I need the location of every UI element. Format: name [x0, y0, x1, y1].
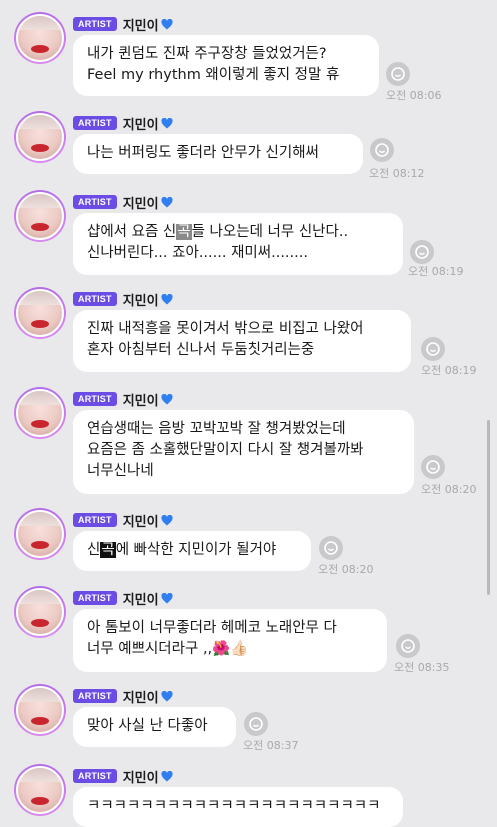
artist-avatar[interactable]: [14, 387, 66, 439]
message-line: 너무 예쁘시더라구 ,,🌺👍🏻: [87, 641, 249, 657]
artist-badge: ARTIST: [73, 195, 117, 209]
blue-heart-icon: [161, 18, 173, 29]
artist-avatar[interactable]: [14, 508, 66, 560]
timestamp: 오전 08:35: [394, 661, 450, 674]
artist-badge: ARTIST: [73, 591, 117, 605]
message-line: 나는 버퍼링도 좋더라 안무가 신기해써: [87, 145, 319, 161]
author-row: ARTIST 지민이: [73, 193, 173, 212]
highlighted-char: 곡: [176, 224, 192, 240]
message-bubble[interactable]: 아 톰보이 너무좋더라 헤메코 노래안무 다 너무 예쁘시더라구 ,,🌺👍🏻: [73, 609, 387, 672]
message-bubble[interactable]: 연습생때는 음방 꼬박꼬박 잘 챙겨봤었는데 요즘은 좀 소홀했단말이지 다시 …: [73, 410, 414, 494]
reaction-add-icon[interactable]: [319, 536, 343, 560]
timestamp: 오전 08:19: [408, 265, 464, 278]
timestamp: 오전 08:20: [318, 563, 374, 576]
author-name: 지민이: [122, 293, 159, 309]
reaction-add-icon[interactable]: [244, 712, 268, 736]
message-line: 진짜 내적흥을 못이겨서 밖으로 비집고 나왔어: [87, 321, 364, 337]
message-line: 맞아 사실 난 다좋아: [87, 718, 208, 734]
artist-avatar[interactable]: [14, 287, 66, 339]
reaction-add-icon[interactable]: [421, 455, 445, 479]
message-bubble[interactable]: 샵에서 요즘 신곡들 나오는데 너무 신난다.. 신나버린다... 죠아....…: [73, 213, 403, 275]
blue-heart-icon: [161, 196, 173, 207]
message-bubble[interactable]: 신곡에 빠삭한 지민이가 될거야: [73, 531, 311, 571]
artist-avatar[interactable]: [14, 12, 66, 64]
author-row: ARTIST 지민이: [73, 290, 173, 309]
artist-badge: ARTIST: [73, 513, 117, 527]
artist-badge: ARTIST: [73, 116, 117, 130]
message-line: ㅋㅋㅋㅋㅋㅋㅋㅋㅋㅋㅋㅋㅋㅋㅋㅋㅋㅋㅋㅋㅋㅋ: [87, 798, 381, 814]
message-line: 아 톰보이 너무좋더라 헤메코 노래안무 다: [87, 620, 337, 636]
blue-heart-icon: [161, 592, 173, 603]
message-line: 혼자 아침부터 신나서 두둠칫거리는중: [87, 342, 315, 358]
artist-avatar[interactable]: [14, 190, 66, 242]
artist-avatar[interactable]: [14, 111, 66, 163]
author-name: 지민이: [122, 18, 159, 34]
timestamp: 오전 08:20: [421, 483, 477, 496]
artist-badge: ARTIST: [73, 769, 117, 783]
author-name: 지민이: [122, 514, 159, 530]
author-name: 지민이: [122, 592, 159, 608]
message-line: 너무신나네: [87, 463, 154, 479]
author-row: ARTIST 지민이: [73, 390, 173, 409]
highlighted-char: 곡: [100, 542, 116, 558]
blue-heart-icon: [161, 690, 173, 701]
artist-badge: ARTIST: [73, 392, 117, 406]
timestamp: 오전 08:06: [386, 89, 442, 102]
author-name: 지민이: [122, 770, 159, 786]
artist-badge: ARTIST: [73, 292, 117, 306]
timestamp: 오전 08:12: [369, 167, 425, 180]
artist-avatar[interactable]: [14, 684, 66, 736]
message-line: 신나버린다... 죠아...... 재미써........: [87, 245, 308, 261]
author-name: 지민이: [122, 117, 159, 133]
author-name: 지민이: [122, 690, 159, 706]
scrollbar[interactable]: [487, 420, 490, 595]
message-bubble[interactable]: 내가 퀸덤도 진짜 주구장창 들었었거든? Feel my rhythm 왜이렇…: [73, 35, 379, 96]
message-line: 샵에서 요즘 신곡들 나오는데 너무 신난다..: [87, 224, 349, 240]
author-row: ARTIST 지민이: [73, 114, 173, 133]
author-name: 지민이: [122, 393, 159, 409]
artist-badge: ARTIST: [73, 689, 117, 703]
blue-heart-icon: [161, 514, 173, 525]
message-line: 연습생때는 음방 꼬박꼬박 잘 챙겨봤었는데: [87, 421, 346, 437]
author-row: ARTIST 지민이: [73, 767, 173, 786]
artist-avatar[interactable]: [14, 586, 66, 638]
reaction-add-icon[interactable]: [386, 62, 410, 86]
message-line: Feel my rhythm 왜이렇게 좋지 정말 휴: [87, 67, 340, 83]
blue-heart-icon: [161, 117, 173, 128]
blue-heart-icon: [161, 393, 173, 404]
message-bubble[interactable]: ㅋㅋㅋㅋㅋㅋㅋㅋㅋㅋㅋㅋㅋㅋㅋㅋㅋㅋㅋㅋㅋㅋ: [73, 787, 403, 827]
timestamp: 오전 08:19: [421, 364, 477, 377]
reaction-add-icon[interactable]: [370, 138, 394, 162]
artist-avatar[interactable]: [14, 764, 66, 816]
author-row: ARTIST 지민이: [73, 687, 173, 706]
message-line: 요즘은 좀 소홀했단말이지 다시 잘 챙겨볼까봐: [87, 442, 364, 458]
blue-heart-icon: [161, 770, 173, 781]
message-bubble[interactable]: 진짜 내적흥을 못이겨서 밖으로 비집고 나왔어 혼자 아침부터 신나서 두둠칫…: [73, 310, 411, 372]
message-bubble[interactable]: 나는 버퍼링도 좋더라 안무가 신기해써: [73, 134, 363, 174]
message-bubble[interactable]: 맞아 사실 난 다좋아: [73, 707, 236, 747]
timestamp: 오전 08:37: [243, 739, 299, 752]
reaction-add-icon[interactable]: [410, 240, 434, 264]
message-line: 내가 퀸덤도 진짜 주구장창 들었었거든?: [87, 46, 327, 62]
artist-badge: ARTIST: [73, 17, 117, 31]
author-row: ARTIST 지민이: [73, 589, 173, 608]
reaction-add-icon[interactable]: [421, 337, 445, 361]
message-line: 신곡에 빠삭한 지민이가 될거야: [87, 542, 277, 558]
reaction-add-icon[interactable]: [396, 634, 420, 658]
author-name: 지민이: [122, 196, 159, 212]
blue-heart-icon: [161, 293, 173, 304]
author-row: ARTIST 지민이: [73, 511, 173, 530]
author-row: ARTIST 지민이: [73, 15, 173, 34]
